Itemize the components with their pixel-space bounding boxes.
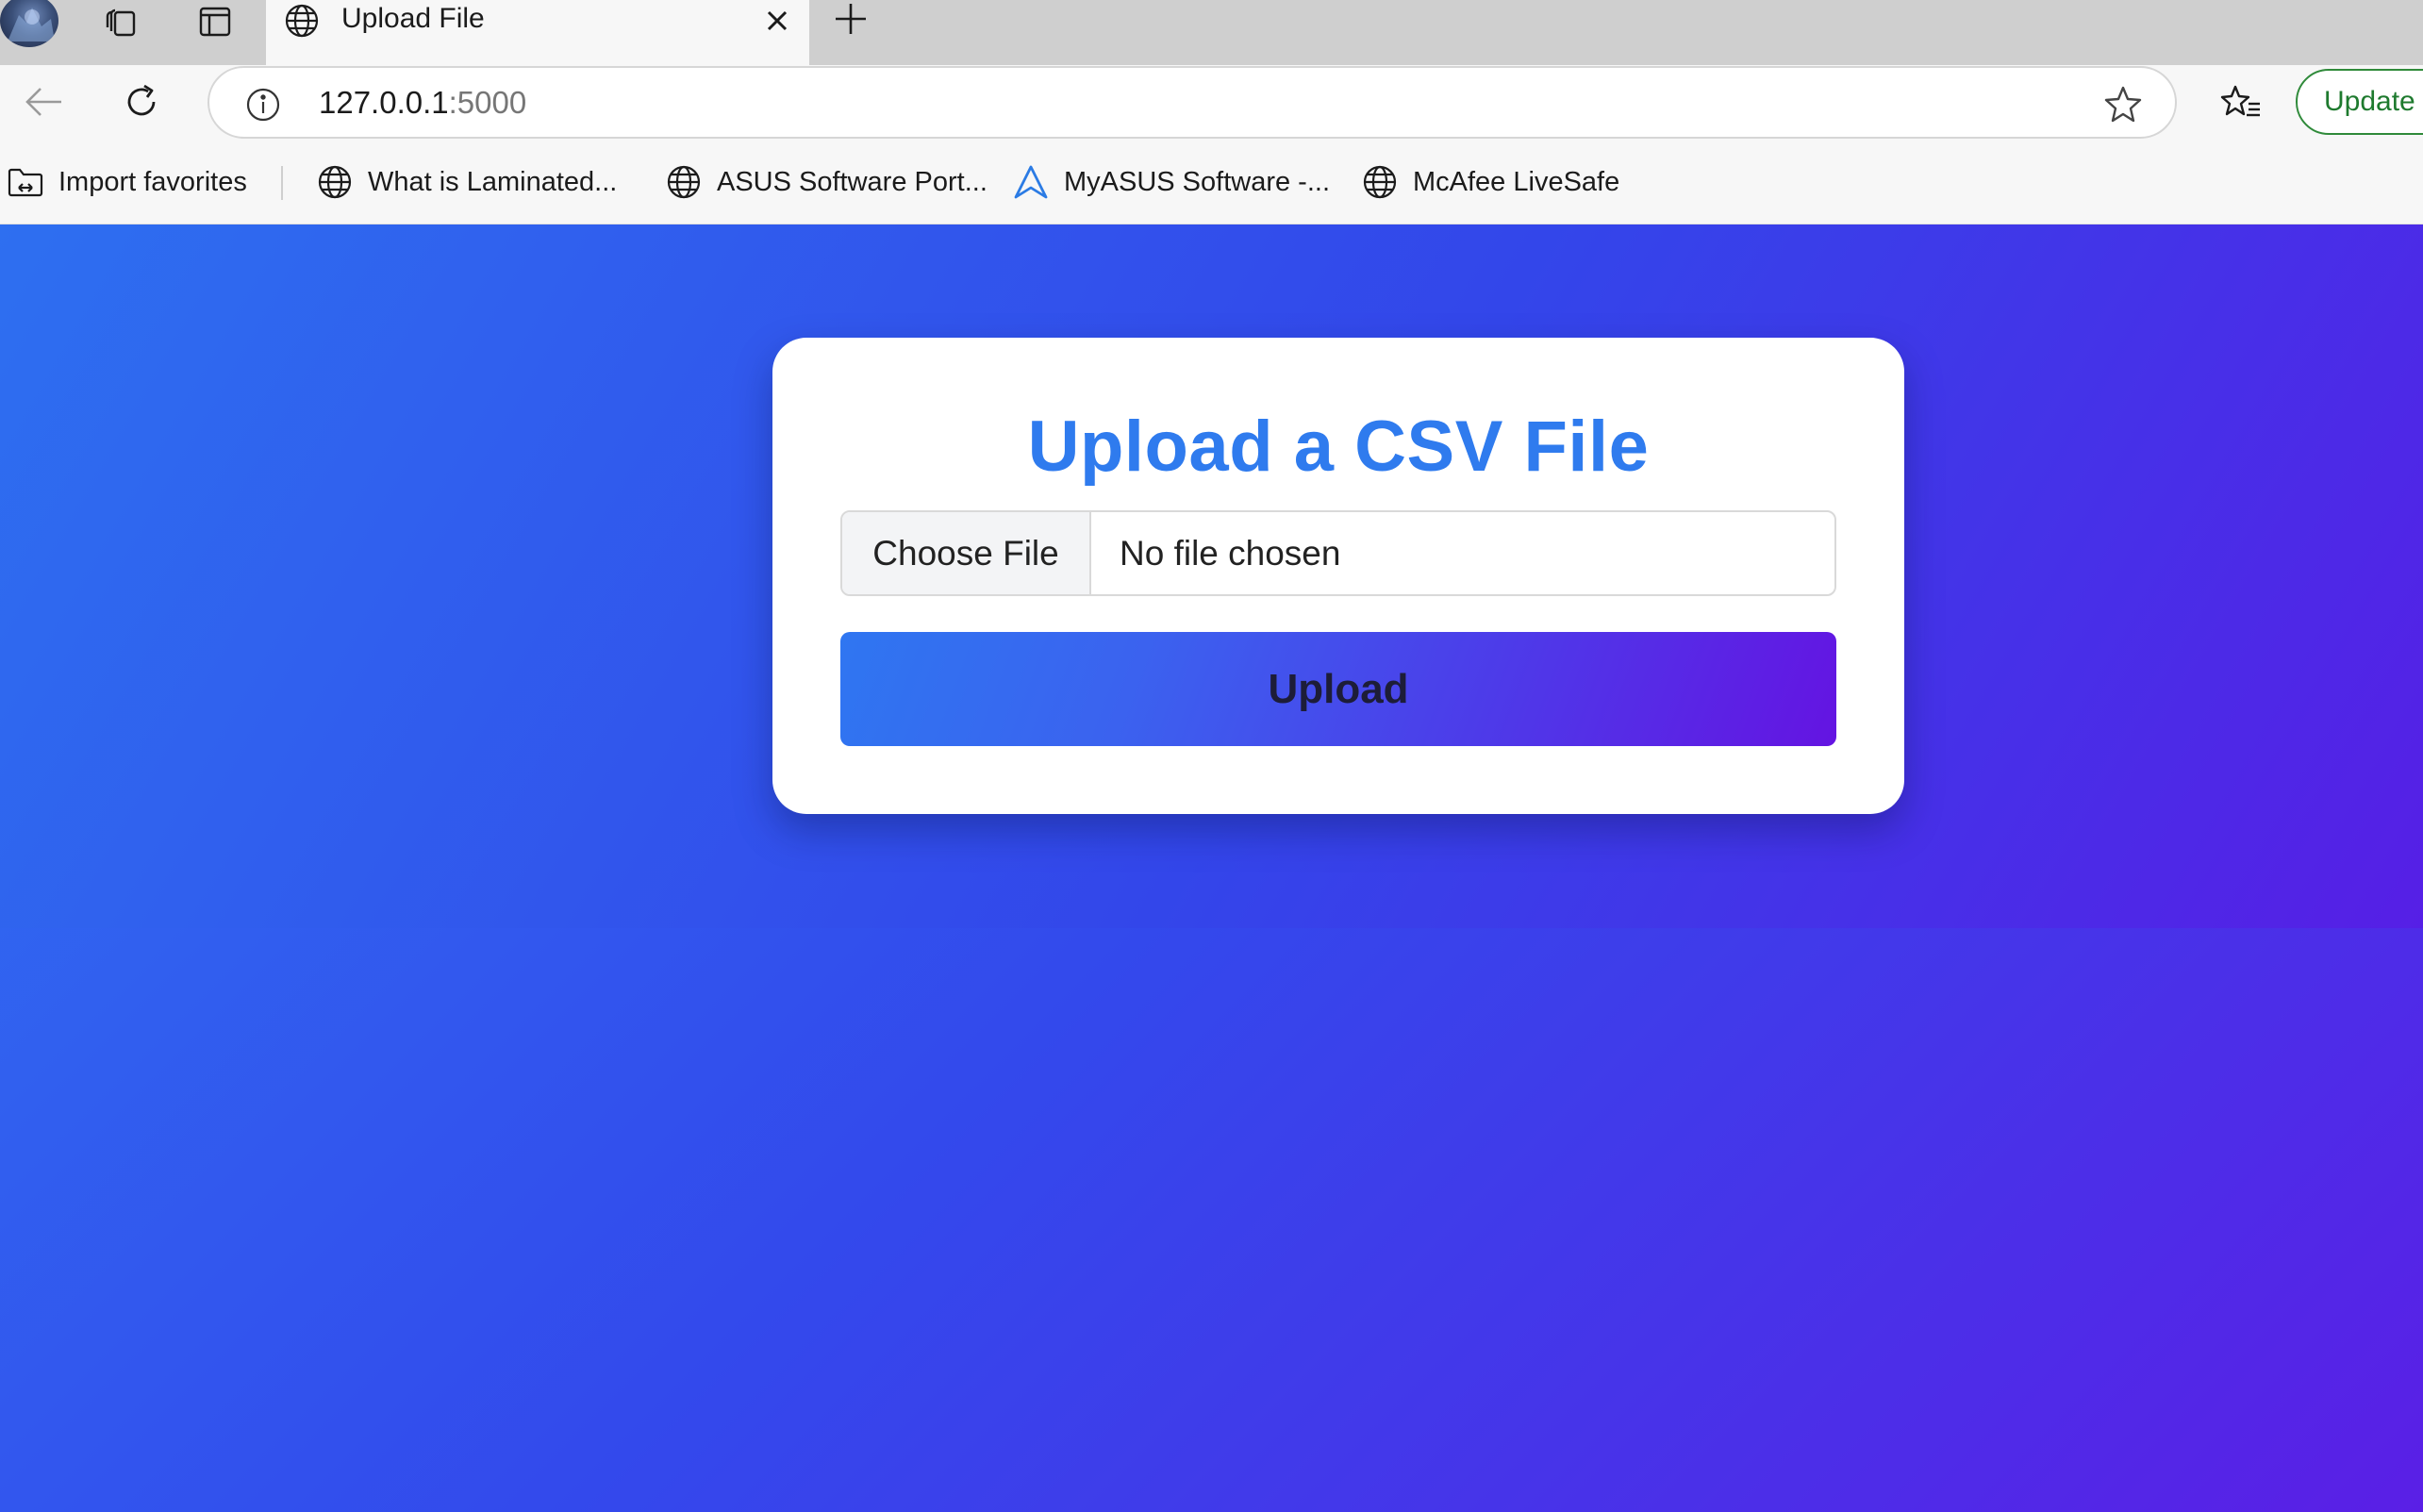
url-text[interactable]: 127.0.0.1:5000 [319,68,526,137]
myasus-icon [1011,162,1051,202]
update-button[interactable]: Update [2296,69,2423,135]
tab-title: Upload File [341,3,485,34]
address-bar[interactable]: 127.0.0.1:5000 [207,66,2177,139]
reload-icon [122,82,161,122]
url-host: 127.0.0.1 [319,85,449,120]
favorite-label: What is Laminated... [368,166,618,197]
upload-card: Upload a CSV File Choose File No file ch… [772,338,1904,814]
favorites-separator [281,166,283,200]
tab-close-button[interactable] [756,4,798,38]
favorite-myasus-software[interactable]: MyASUS Software -... [1011,158,1330,206]
back-arrow-icon [24,85,63,119]
new-tab-button[interactable] [826,0,875,38]
add-favorite-button[interactable] [2099,81,2147,126]
info-icon [244,86,282,124]
globe-icon [283,2,321,40]
page-background: Upload a CSV File Choose File No file ch… [0,224,2423,1512]
file-input[interactable]: Choose File No file chosen [840,510,1836,596]
favorite-label: ASUS Software Port... [717,166,987,197]
favorite-label: MyASUS Software -... [1064,166,1331,197]
favorites-bar: Import favorites What is Laminated... AS… [0,140,2423,224]
site-info-button[interactable] [243,85,283,125]
profile-avatar[interactable] [0,0,58,47]
import-folder-icon [6,162,45,202]
workspaces-icon [102,3,140,41]
workspaces-button[interactable] [92,0,149,43]
page-title: Upload a CSV File [1027,407,1650,487]
star-icon [2103,85,2143,123]
favorites-button[interactable] [2215,78,2267,125]
favorite-label: McAfee LiveSafe [1413,166,1620,197]
favorite-asus-software-portal[interactable]: ASUS Software Port... [664,158,987,206]
tab-upload-file[interactable]: Upload File [266,0,809,65]
favorite-import-favorites[interactable]: Import favorites [6,158,247,206]
plus-icon [834,2,868,36]
choose-file-button[interactable]: Choose File [842,512,1091,594]
vertical-tabs-button[interactable] [187,0,243,43]
upload-button[interactable]: Upload [840,632,1836,746]
favorite-mcafee-livesafe[interactable]: McAfee LiveSafe [1360,158,1619,206]
file-status-text: No file chosen [1120,534,1341,573]
favorite-what-is-laminated[interactable]: What is Laminated... [315,158,617,206]
back-button[interactable] [17,78,70,125]
tab-actions-icon [197,4,233,40]
globe-icon [1360,162,1400,202]
favorite-label: Import favorites [58,166,247,197]
globe-icon [315,162,355,202]
favorites-star-list-icon [2220,83,2262,121]
url-port: :5000 [448,85,527,120]
globe-icon [664,162,704,202]
reload-button[interactable] [115,78,168,125]
navigation-toolbar: 127.0.0.1:5000 Update [0,65,2423,140]
tab-strip: Upload File [0,0,2423,65]
close-icon [766,9,788,32]
